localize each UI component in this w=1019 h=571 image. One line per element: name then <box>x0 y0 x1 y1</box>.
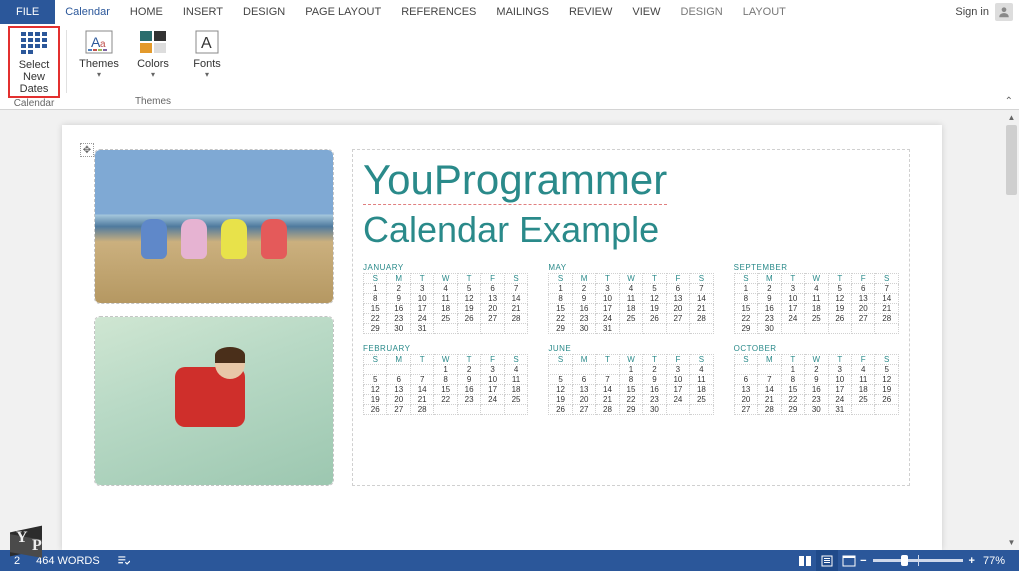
colors-icon <box>139 28 167 56</box>
photo-placeholder-2[interactable] <box>94 316 334 486</box>
zoom-level[interactable]: 77% <box>975 555 1013 567</box>
user-avatar-icon <box>995 3 1013 21</box>
themes-button[interactable]: Aa Themes ▾ <box>73 26 125 81</box>
month-name: SEPTEMBER <box>734 263 899 272</box>
month-name: MAY <box>548 263 713 272</box>
tab-references[interactable]: REFERENCES <box>391 0 486 24</box>
tab-mailings[interactable]: MAILINGS <box>486 0 559 24</box>
select-new-dates-button[interactable]: Select New Dates <box>8 26 60 98</box>
doc-subtitle[interactable]: Calendar Example <box>363 209 899 251</box>
fonts-button[interactable]: A Fonts ▾ <box>181 26 233 81</box>
month-may: MAYSMTWTFS123456789101112131415161718192… <box>548 263 713 334</box>
calendar-grid-icon <box>20 29 48 57</box>
month-name: JUNE <box>548 344 713 353</box>
zoom-out-button[interactable]: − <box>860 555 866 567</box>
proofing-button[interactable] <box>108 554 138 568</box>
themes-icon: Aa <box>85 28 113 56</box>
month-february: FEBRUARYSMTWTFS1234567891011121314151617… <box>363 344 528 415</box>
month-october: OCTOBERSMTWTFS12345678910111213141516171… <box>734 344 899 415</box>
calendar-column: YouProgrammer Calendar Example JANUARYSM… <box>352 149 910 486</box>
read-mode-button[interactable] <box>794 550 816 571</box>
signin-label: Sign in <box>955 6 989 18</box>
month-name: OCTOBER <box>734 344 899 353</box>
chevron-down-icon: ▾ <box>97 70 101 79</box>
tab-insert[interactable]: INSERT <box>173 0 233 24</box>
table-anchor-icon[interactable]: ✥ <box>80 143 94 157</box>
fonts-label: Fonts <box>193 58 221 70</box>
scroll-up-icon[interactable]: ▲ <box>1004 110 1019 125</box>
chevron-down-icon: ▾ <box>205 70 209 79</box>
month-september: SEPTEMBERSMTWTFS123456789101112131415161… <box>734 263 899 334</box>
group-separator <box>66 30 67 93</box>
web-layout-button[interactable] <box>838 550 860 571</box>
scroll-down-icon[interactable]: ▼ <box>1004 535 1019 550</box>
colors-label: Colors <box>137 58 169 70</box>
ribbon-group-themes: Aa Themes ▾ Colors ▾ A Fonts ▾ Themes <box>69 26 237 109</box>
doc-title[interactable]: YouProgrammer <box>363 156 667 205</box>
tab-design[interactable]: DESIGN <box>233 0 295 24</box>
month-name: JANUARY <box>363 263 528 272</box>
tab-page-layout[interactable]: PAGE LAYOUT <box>295 0 391 24</box>
months-grid: JANUARYSMTWTFS12345678910111213141516171… <box>353 257 909 421</box>
photo-placeholder-1[interactable] <box>94 149 334 304</box>
status-bar: 2 464 WORDS − + 77% <box>0 550 1019 571</box>
document-area[interactable]: ✥ YouProgrammer Calendar Example <box>0 110 1004 550</box>
month-june: JUNESMTWTFS12345678910111213141516171819… <box>548 344 713 415</box>
zoom-slider[interactable] <box>873 559 963 562</box>
tab-layout[interactable]: LAYOUT <box>733 0 796 24</box>
colors-button[interactable]: Colors ▾ <box>127 26 179 81</box>
tab-calendar[interactable]: Calendar <box>55 0 120 24</box>
tab-view[interactable]: VIEW <box>622 0 670 24</box>
ribbon-group-calendar: Select New Dates Calendar <box>4 26 64 109</box>
tab-review[interactable]: REVIEW <box>559 0 622 24</box>
zoom-thumb[interactable] <box>901 555 908 566</box>
watermark-logo: Y P <box>4 523 60 567</box>
tab-file[interactable]: FILE <box>0 0 55 24</box>
ribbon: Select New Dates Calendar Aa Themes ▾ Co… <box>0 24 1019 110</box>
tab-home[interactable]: HOME <box>120 0 173 24</box>
month-january: JANUARYSMTWTFS12345678910111213141516171… <box>363 263 528 334</box>
themes-label: Themes <box>79 58 119 70</box>
menu-tabs: FILE CalendarHOMEINSERTDESIGNPAGE LAYOUT… <box>0 0 1019 24</box>
svg-text:A: A <box>201 35 212 52</box>
vertical-scrollbar[interactable]: ▲ ▼ <box>1004 110 1019 550</box>
signin-area[interactable]: Sign in <box>955 3 1019 21</box>
page: ✥ YouProgrammer Calendar Example <box>62 125 942 550</box>
chevron-down-icon: ▾ <box>151 70 155 79</box>
scroll-thumb[interactable] <box>1006 125 1017 195</box>
btn-line1: Select <box>19 59 50 71</box>
tab-design[interactable]: DESIGN <box>671 0 733 24</box>
fonts-icon: A <box>193 28 221 56</box>
month-name: FEBRUARY <box>363 344 528 353</box>
photo-column <box>94 149 334 486</box>
collapse-ribbon-icon[interactable]: ⌃ <box>1005 96 1013 107</box>
svg-text:a: a <box>100 39 106 50</box>
group-label-themes: Themes <box>135 96 171 109</box>
btn-line2: New Dates <box>11 71 57 95</box>
print-layout-button[interactable] <box>816 550 838 571</box>
